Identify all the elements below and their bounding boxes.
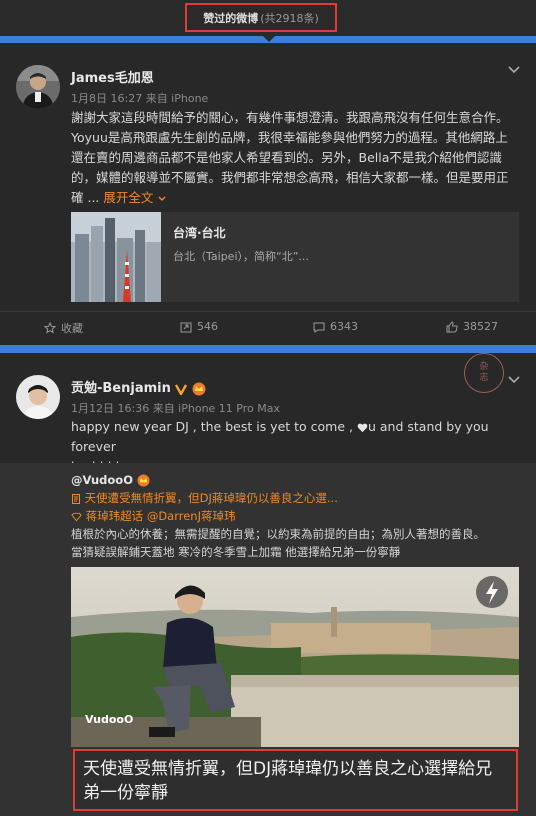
link-card-title: 台湾·台北 [173, 226, 226, 240]
favorite-button[interactable]: 收藏 [44, 320, 83, 336]
repost-block[interactable]: @VudooO 天使遭受無情折翼，但DJ蔣琸瑋仍以善良之心選... 蒋琸玮超话 … [0, 463, 536, 816]
post-card: James毛加恩 1月8日 16:27 来自 iPhone 謝謝大家這段時間給予… [0, 43, 536, 345]
header-title: 赞过的微博 [203, 11, 259, 25]
expand-chevron-icon[interactable] [157, 194, 167, 204]
repost-photo[interactable]: VudooO [71, 567, 519, 747]
post-author-name: 贡勉-Benjamin [71, 381, 171, 396]
post-text-line: 還在賣的周邊商品都不是他家人希望看到的。另外，Bella不是我介紹他們認識 [71, 150, 502, 165]
post-author[interactable]: James毛加恩 [71, 67, 154, 86]
repost-button[interactable]: 546 [180, 320, 218, 333]
chevron-down-icon[interactable] [507, 373, 521, 387]
like-button[interactable]: 38527 [446, 320, 498, 333]
header-count: (共2918条) [260, 11, 319, 25]
post-text-line: 謝謝大家這段時間給予的關心，有幾件事想澄清。我跟高飛沒有任何生意合作。 [71, 110, 509, 125]
chevron-down-icon[interactable] [507, 63, 521, 77]
post-card: 贡勉-Benjamin 1月12日 16:36 来自 iPhone 11 Pro… [0, 353, 536, 816]
link-card-desc: 台北（Taipei），简称“北”... [173, 250, 309, 263]
watermark-stamp: 杂 志 [464, 353, 504, 393]
link-card[interactable]: 台湾·台北 台北（Taipei），简称“北”... [71, 212, 519, 302]
expand-link[interactable]: 展开全文 [103, 190, 153, 205]
repost-tags-line: 蒋琸玮超话 @DarrenJ蒋琸玮 [71, 507, 235, 525]
header-title-box[interactable]: 赞过的微博 (共2918条) [185, 3, 337, 32]
post-divider [0, 345, 536, 353]
post-text: 謝謝大家這段時間給予的關心，有幾件事想澄清。我跟高飛沒有任何生意合作。 Yoyu… [71, 108, 521, 208]
favorite-label: 收藏 [61, 322, 83, 335]
avatar[interactable] [16, 65, 60, 109]
diamond-icon [71, 512, 82, 521]
post-meta: 1月8日 16:27 来自 iPhone [71, 92, 209, 105]
post-text-line: 的，媒體的報導並不屬實。我們都非常想念高飛，相信大家都一樣。但是要用正 [71, 170, 509, 185]
post-text-line: 確 ... 展开全文 [71, 188, 521, 208]
post-author[interactable]: 贡勉-Benjamin [71, 377, 206, 396]
verified-v-icon [175, 383, 188, 396]
repost-link-text: 天使遭受無情折翼，但DJ蔣琸瑋仍以善良之心選... [84, 491, 338, 505]
repost-text-line: 當猜疑誤解鋪天蓋地 寒冷的冬季雪上加霜 他選擇給兄弟一份寧靜 [71, 545, 401, 559]
repost-count: 546 [197, 320, 218, 333]
repost-author[interactable]: @VudooO [71, 471, 150, 489]
action-bar: 收藏 546 6343 38527 [0, 311, 536, 341]
repost-author-name: @VudooO [71, 473, 133, 487]
repost-text-line: 植根於內心的休養；無需提醒的自覺；以約束為前提的自由；為別人著想的善良。 [71, 527, 485, 541]
post-text-part: happy new year DJ , the best is yet to c… [71, 419, 357, 434]
city-thumbnail [71, 212, 161, 302]
heart-icon [357, 423, 368, 433]
thumbs-up-icon [446, 320, 458, 332]
post-meta: 1月12日 16:36 来自 iPhone 11 Pro Max [71, 402, 280, 415]
post-text-tail: 確 ... [71, 190, 104, 205]
repost-icon [180, 322, 192, 332]
photo-caption: 天使遭受無情折翼，但DJ蔣琸瑋仍以善良之心選擇給兄弟一份寧靜 [73, 749, 518, 811]
avatar[interactable] [16, 375, 60, 419]
post-text-line: Yoyuu是高飛跟盧先生創的品牌，我很幸福能參與他們努力的過程。其他網路上 [71, 130, 508, 145]
like-count: 38527 [463, 320, 498, 333]
page-header: 赞过的微博 (共2918条) [0, 0, 536, 36]
member-crown-icon [192, 382, 206, 395]
repost-link-line[interactable]: 天使遭受無情折翼，但DJ蔣琸瑋仍以善良之心選... [71, 489, 338, 507]
mention-link[interactable]: @DarrenJ蒋琸玮 [147, 509, 236, 523]
supertopic-link[interactable]: 蒋琸玮超话 [86, 509, 144, 523]
star-icon [44, 322, 56, 334]
document-icon [72, 493, 80, 504]
comment-button[interactable]: 6343 [313, 320, 358, 333]
photo-watermark: VudooO [85, 713, 134, 726]
post-text-line: happy new year DJ , the best is yet to c… [71, 417, 521, 457]
comment-count: 6343 [330, 320, 358, 333]
member-crown-icon [137, 474, 150, 487]
comment-icon [313, 322, 325, 333]
header-pointer [263, 36, 275, 42]
